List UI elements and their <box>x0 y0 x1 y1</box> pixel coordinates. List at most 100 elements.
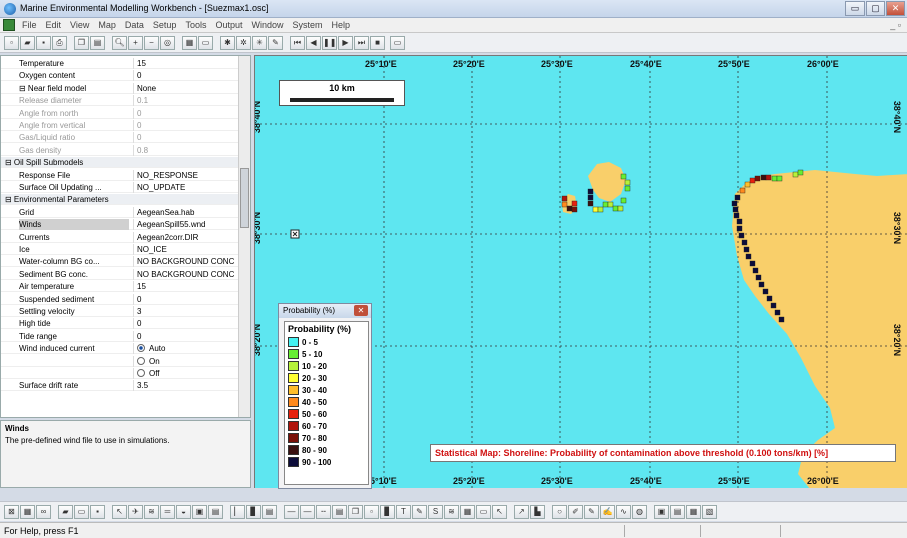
property-row[interactable]: Wind induced current Auto <box>1 343 239 355</box>
property-value[interactable]: NO BACKGROUND CONC <box>133 256 237 268</box>
property-row[interactable]: Ice NO_ICE <box>1 244 239 255</box>
line-tool-2-icon[interactable]: — <box>300 505 315 519</box>
copy-tool-icon[interactable]: ❐ <box>348 505 363 519</box>
menu-edit[interactable]: Edit <box>46 20 62 30</box>
property-row[interactable]: Tide range 0 <box>1 330 239 342</box>
mdi-window-controls[interactable]: _ ▫ <box>890 20 901 30</box>
pen-icon[interactable]: ✎ <box>412 505 427 519</box>
first-frame-icon[interactable]: ⏮ <box>290 36 305 50</box>
pointer-2-icon[interactable]: ↖ <box>492 505 507 519</box>
zoom-icon[interactable]: 🔍︎ <box>112 36 127 50</box>
model-run-icon[interactable]: ✱ <box>220 36 235 50</box>
stop-icon[interactable]: ■ <box>370 36 385 50</box>
property-value[interactable]: Aegean2corr.DIR <box>133 231 237 243</box>
property-row[interactable]: On <box>1 355 239 367</box>
property-value[interactable]: 0 <box>133 318 237 330</box>
play-icon[interactable]: ▶ <box>338 36 353 50</box>
marker-icon[interactable]: ▏ <box>230 505 245 519</box>
property-value[interactable]: AegeanSpill55.wnd <box>133 219 237 231</box>
legend-titlebar[interactable]: Probability (%) ✕ <box>279 304 371 318</box>
model-settings-icon[interactable]: ✲ <box>236 36 251 50</box>
window-3-icon[interactable]: ▦ <box>686 505 701 519</box>
line-tool-icon[interactable]: — <box>284 505 299 519</box>
property-value[interactable]: AegeanSea.hab <box>133 206 237 218</box>
property-row[interactable]: Settling velocity 3 <box>1 306 239 317</box>
property-value[interactable]: 15 <box>133 281 237 293</box>
record-icon[interactable]: ▭ <box>390 36 405 50</box>
property-scrollbar[interactable] <box>238 56 250 417</box>
wind-current-radio[interactable]: Auto <box>133 343 237 355</box>
property-row[interactable]: Sediment BG conc. NO BACKGROUND CONC <box>1 268 239 280</box>
text-icon[interactable]: T <box>396 505 411 519</box>
property-value[interactable]: 3.5 <box>133 380 237 392</box>
zoom-extent-icon[interactable]: ◎ <box>160 36 175 50</box>
window-1-icon[interactable]: ▣ <box>654 505 669 519</box>
property-row[interactable]: Temperature 15 <box>1 58 239 69</box>
property-value[interactable]: NO_ICE <box>133 244 237 255</box>
pause-icon[interactable]: ❚❚ <box>322 36 337 50</box>
menu-system[interactable]: System <box>293 20 323 30</box>
profile-2-icon[interactable]: ∿ <box>616 505 631 519</box>
property-value[interactable]: None <box>133 82 237 94</box>
menu-view[interactable]: View <box>70 20 89 30</box>
zoom-out-icon[interactable]: − <box>144 36 159 50</box>
response-icon[interactable]: ◒ <box>176 505 191 519</box>
area-chart-icon[interactable]: ▙ <box>530 505 545 519</box>
property-category[interactable]: ⊟ Oil Spill Submodels <box>1 157 239 169</box>
brush-icon[interactable]: ✐ <box>568 505 583 519</box>
property-row[interactable]: High tide 0 <box>1 318 239 330</box>
property-value[interactable]: 0 <box>133 70 237 82</box>
menu-output[interactable]: Output <box>215 20 242 30</box>
chain-icon[interactable]: ∞ <box>36 505 51 519</box>
save-icon[interactable]: ▪ <box>36 36 51 50</box>
radio-button-icon[interactable] <box>137 356 145 365</box>
property-row[interactable]: Gas density 0.8 <box>1 144 239 156</box>
paste-icon[interactable]: ▤ <box>90 36 105 50</box>
property-value[interactable]: NO_UPDATE <box>133 182 237 193</box>
property-row[interactable]: Oxygen content 0 <box>1 70 239 82</box>
property-row[interactable]: Surface Oil Updating ... NO_UPDATE <box>1 182 239 193</box>
property-row[interactable]: Angle from vertical 0 <box>1 120 239 131</box>
property-value[interactable]: 3 <box>133 306 237 317</box>
menu-window[interactable]: Window <box>252 20 284 30</box>
window-2-icon[interactable]: ▤ <box>670 505 685 519</box>
box-tool-icon[interactable]: ▤ <box>332 505 347 519</box>
new-file-icon[interactable]: ▫ <box>4 36 19 50</box>
property-row[interactable]: Water-column BG co... NO BACKGROUND CONC <box>1 256 239 268</box>
graph-icon[interactable]: ▭ <box>476 505 491 519</box>
menu-help[interactable]: Help <box>332 20 351 30</box>
window-4-icon[interactable]: ▧ <box>702 505 717 519</box>
table-icon[interactable]: ▦ <box>20 505 35 519</box>
profile-icon[interactable]: ▫ <box>364 505 379 519</box>
model-config-icon[interactable]: ✳ <box>252 36 267 50</box>
circle-tool-icon[interactable]: ○ <box>552 505 567 519</box>
chart-icon[interactable]: ▊ <box>246 505 261 519</box>
property-row[interactable]: Air temperature 15 <box>1 281 239 293</box>
property-value[interactable]: 15 <box>133 58 237 69</box>
property-row[interactable]: Winds AegeanSpill55.wnd <box>1 219 239 231</box>
property-category[interactable]: ⊟ Environmental Parameters <box>1 194 239 206</box>
select-icon[interactable]: ⊠ <box>4 505 19 519</box>
menu-setup[interactable]: Setup <box>153 20 177 30</box>
property-row[interactable]: Gas/Liquid ratio 0 <box>1 132 239 144</box>
property-row[interactable]: Off <box>1 368 239 379</box>
layout-icon[interactable]: ▭ <box>198 36 213 50</box>
legend-close-icon[interactable]: ✕ <box>354 305 368 316</box>
maximize-button[interactable]: ▢ <box>866 1 885 16</box>
property-value[interactable]: NO BACKGROUND CONC <box>133 268 237 280</box>
grid-icon[interactable]: ▦ <box>460 505 475 519</box>
property-row[interactable]: Angle from north 0 <box>1 107 239 119</box>
property-row[interactable]: Suspended sediment 0 <box>1 293 239 305</box>
property-row[interactable]: Response File NO_RESPONSE <box>1 169 239 181</box>
pencil-icon[interactable]: ✎ <box>584 505 599 519</box>
vector-icon[interactable]: ↗ <box>514 505 529 519</box>
wind-icon[interactable]: ✈ <box>128 505 143 519</box>
property-value[interactable]: NO_RESPONSE <box>133 169 237 181</box>
flow-icon[interactable]: ≋ <box>444 505 459 519</box>
print-icon[interactable]: ⎙ <box>52 36 67 50</box>
probability-legend-window[interactable]: Probability (%) ✕ Probability (%) 0 - 5 5… <box>278 303 372 489</box>
radio-button-icon[interactable] <box>137 369 145 377</box>
current-icon[interactable]: ≋ <box>144 505 159 519</box>
monitor-icon[interactable]: ▤ <box>208 505 223 519</box>
last-frame-icon[interactable]: ⏭ <box>354 36 369 50</box>
